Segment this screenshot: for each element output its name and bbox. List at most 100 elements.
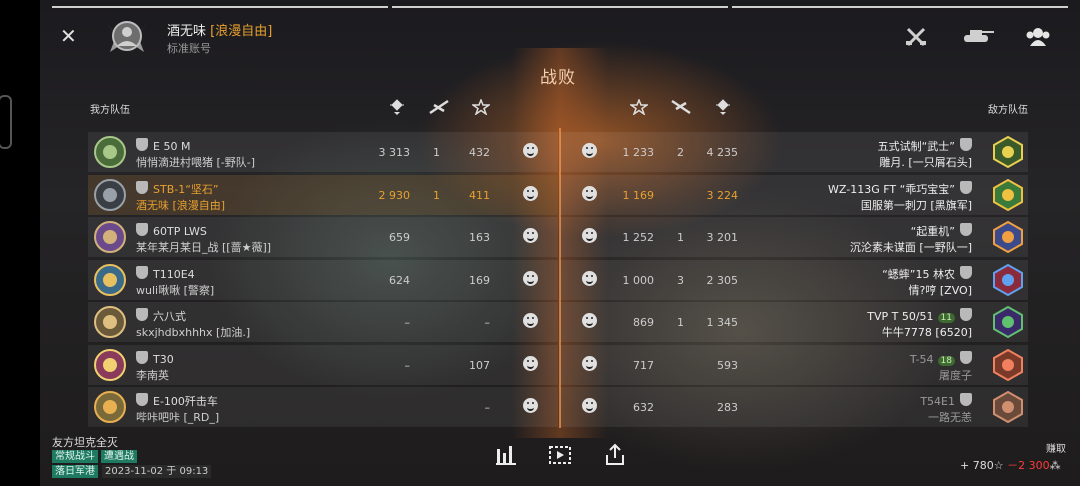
ally-xp: – [484, 401, 491, 414]
damage-sort-icon[interactable] [714, 99, 732, 115]
close-icon[interactable]: ✕ [60, 24, 77, 48]
enemy-player-emblem[interactable] [992, 263, 1024, 296]
battle-outcome-text: 友方坦克全灭 [52, 436, 118, 449]
ally-player-emblem[interactable] [94, 306, 126, 338]
enemy-damage: 4 235 [706, 146, 739, 159]
tier-shield-icon [960, 180, 972, 194]
enemy-player-emblem[interactable] [992, 178, 1024, 211]
player-level-badge: 11 [937, 313, 955, 323]
ally-player-emblem[interactable] [94, 263, 126, 296]
kills-icon[interactable] [668, 99, 692, 115]
tier-shield-icon [960, 223, 972, 236]
enemy-player-emblem[interactable] [992, 136, 1024, 168]
enemy-kills: 3 [677, 273, 684, 287]
ally-reaction-icon[interactable] [523, 228, 538, 243]
tier-shield-icon [136, 138, 148, 151]
enemy-tank-name: TVP T 50/51 11 [867, 308, 972, 323]
ally-reaction-icon[interactable] [523, 355, 538, 371]
damage-sort-icon[interactable] [388, 99, 406, 115]
ally-player-emblem[interactable] [94, 348, 126, 381]
scoreboard-row[interactable]: T30 李南英 – 107 717 593 T-54 18 屠度子 [88, 344, 1028, 385]
progress-segment [732, 6, 1068, 8]
enemy-reaction-icon[interactable] [582, 270, 597, 286]
ally-player-emblem[interactable] [94, 391, 126, 423]
credits-icon: ⁂ [1049, 459, 1061, 472]
tier-shield-icon [136, 393, 148, 406]
enemy-player-emblem[interactable] [992, 391, 1024, 423]
ally-xp: 163 [469, 231, 490, 244]
xp-earned: + 780 [960, 459, 994, 472]
xp-star-icon[interactable] [630, 99, 648, 115]
ally-reaction-icon[interactable] [523, 185, 538, 201]
enemy-reaction-icon[interactable] [582, 355, 597, 371]
group-icon[interactable] [1026, 26, 1050, 46]
enemy-reaction-icon[interactable] [582, 398, 597, 413]
enemy-player-emblem[interactable] [992, 221, 1024, 253]
crossed-guns-icon[interactable] [905, 26, 927, 48]
scoreboard-row[interactable]: T110E4 wuli啾啾 [警察] 624 169 1 000 3 2 305… [88, 259, 1028, 300]
ally-tank-name: E 50 M [136, 138, 190, 153]
scoreboard-row[interactable]: E-100歼击车 哔咔吧咔 [_RD_] – 632 283 T54E1 一路无… [88, 387, 1028, 427]
ally-reaction-icon[interactable] [523, 398, 538, 413]
enemy-player-name: 国服第一刺刀 [黑旗军] [860, 198, 972, 212]
phone-edge [0, 0, 40, 486]
battle-result: 战败 [540, 68, 576, 88]
enemy-player-name: 沉沦素未谋面 [一野队一] [849, 241, 972, 254]
earnings-label: 赚取 [1046, 444, 1066, 455]
ally-player-emblem[interactable] [94, 136, 126, 168]
tier-shield-icon [136, 308, 148, 321]
enemy-reaction-icon[interactable] [582, 313, 597, 328]
scoreboard-row[interactable]: 60TP LWS 某年某月某日_战 [[蔷★薇]] 659 163 1 252 … [88, 217, 1028, 257]
tier-shield-icon [960, 308, 972, 321]
scoreboard-row[interactable]: E 50 M 悄悄滴进村喂猪 [-野队-] 3 313 1 432 1 233 … [88, 132, 1028, 172]
ally-player-name: skxjhdbxhhhx [加油.] [136, 326, 251, 339]
enemy-tank-name: “蟋蟀”15 林农 [882, 265, 972, 282]
ally-player-emblem[interactable] [94, 221, 126, 253]
enemy-xp: 1 169 [622, 188, 655, 202]
enemy-team-label: 敌方队伍 [988, 105, 1028, 116]
ally-reaction-icon[interactable] [523, 313, 538, 328]
kills-icon[interactable] [428, 99, 452, 115]
enemy-damage: 2 305 [706, 273, 739, 287]
ally-player-emblem[interactable] [94, 178, 126, 211]
ally-tank-name: 60TP LWS [136, 223, 207, 238]
enemy-tank-name: “起重机” [911, 223, 972, 239]
ally-reaction-icon[interactable] [523, 270, 538, 286]
enemy-tank-name: 五式试制“武士” [878, 138, 972, 154]
enemy-kills: 1 [677, 316, 684, 329]
enemy-tank-name: T-54 18 [910, 350, 972, 366]
ally-xp: 432 [469, 146, 490, 159]
phone-side-button [0, 95, 12, 149]
enemy-damage: 1 345 [706, 316, 739, 329]
tier-shield-icon [960, 265, 972, 279]
share-icon[interactable] [603, 443, 627, 467]
enemy-xp: 717 [633, 358, 654, 372]
tier-shield-icon [136, 180, 148, 194]
player-emblem [106, 21, 148, 52]
bar-chart-icon[interactable] [494, 443, 518, 467]
xp-star-icon[interactable] [472, 99, 490, 115]
scoreboard-row[interactable]: STB-1“坚石” 酒无味 [浪漫自由] 2 930 1 411 1 169 3… [88, 174, 1028, 215]
enemy-damage: 3 224 [706, 188, 739, 202]
ally-reaction-icon[interactable] [523, 143, 538, 158]
enemy-player-emblem[interactable] [992, 306, 1024, 338]
tier-shield-icon [960, 138, 972, 151]
ally-xp: 411 [469, 188, 490, 202]
progress-segment [392, 6, 728, 8]
enemy-player-name: 屠度子 [939, 368, 972, 382]
scoreboard-row[interactable]: 六八式 skxjhdbxhhhx [加油.] – – 869 1 1 345 T… [88, 302, 1028, 342]
player-level-badge: 18 [937, 355, 955, 366]
enemy-reaction-icon[interactable] [582, 185, 597, 201]
enemy-kills: 1 [677, 231, 684, 244]
battle-type-tag: 常规战斗 [52, 450, 98, 463]
tank-icon[interactable] [960, 26, 994, 46]
ally-player-name: 李南英 [136, 368, 169, 382]
ally-damage: 659 [389, 231, 410, 244]
enemy-player-emblem[interactable] [992, 348, 1024, 381]
enemy-reaction-icon[interactable] [582, 143, 597, 158]
ally-player-name: 悄悄滴进村喂猪 [-野队-] [136, 156, 256, 169]
replay-icon[interactable] [548, 443, 572, 467]
enemy-reaction-icon[interactable] [582, 228, 597, 243]
ally-team-label: 我方队伍 [90, 105, 130, 116]
ally-tank-name: E-100歼击车 [136, 393, 218, 409]
